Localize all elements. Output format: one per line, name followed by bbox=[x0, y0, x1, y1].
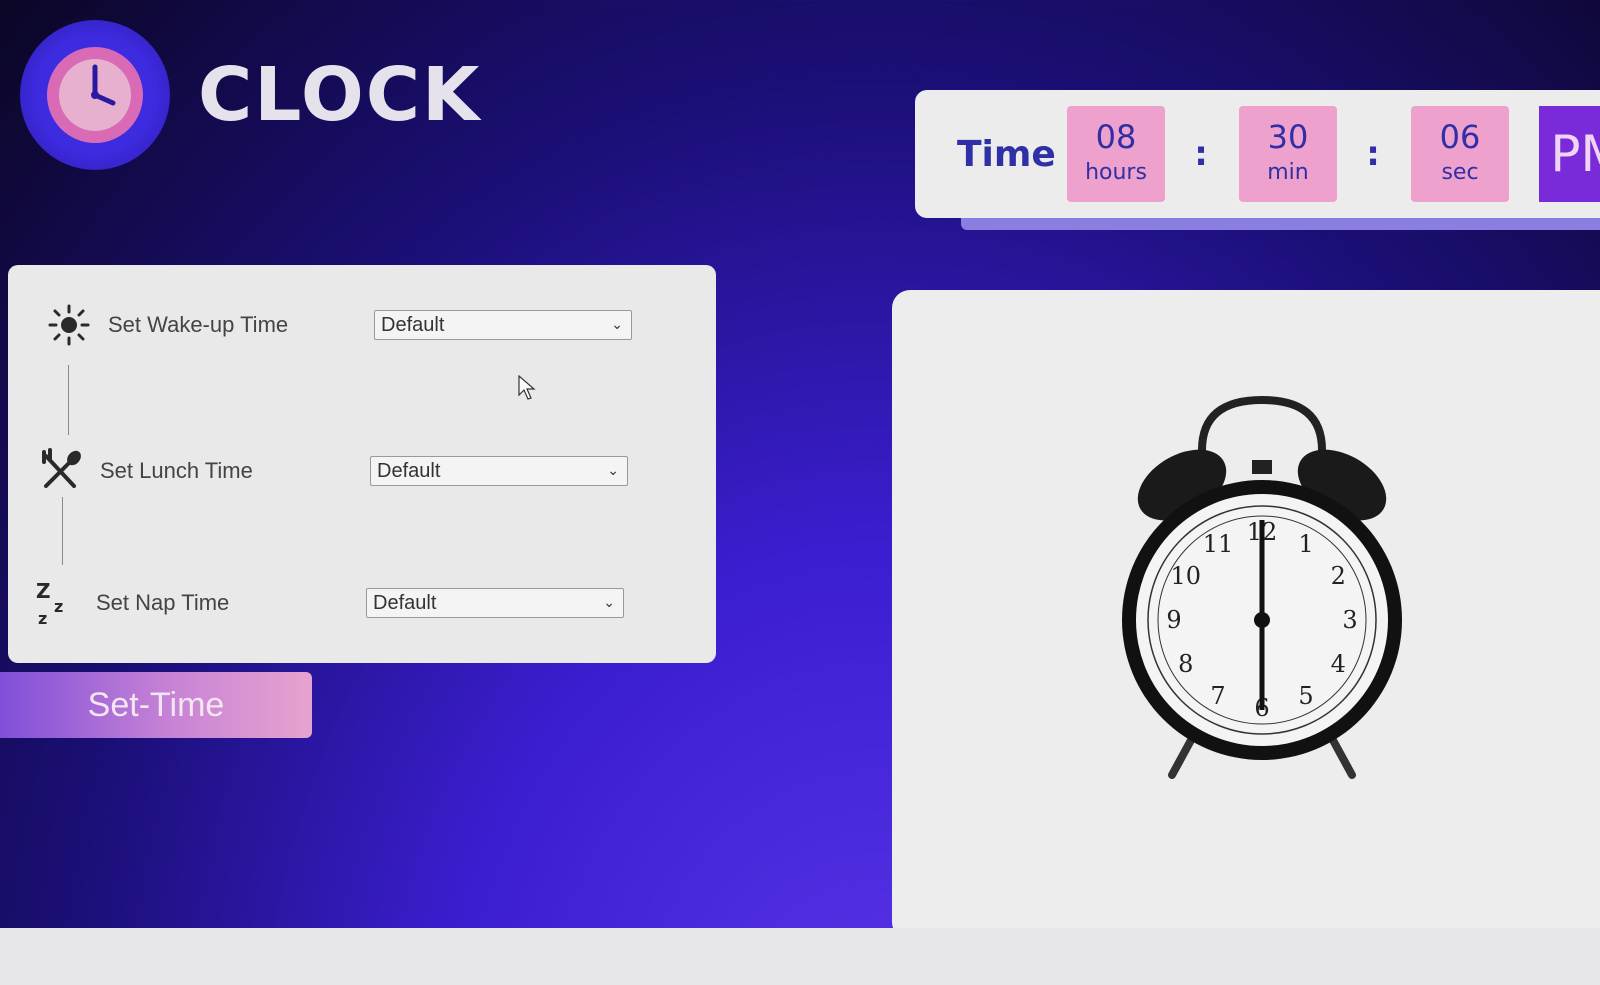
clock-number: 3 bbox=[1342, 606, 1357, 634]
clock-number: 2 bbox=[1331, 562, 1346, 590]
lunch-row: Set Lunch Time Default ⌄ bbox=[8, 441, 708, 501]
minutes-unit: min bbox=[1267, 160, 1309, 185]
current-time-display: Time 08 hours : 30 min : 06 sec PM bbox=[915, 90, 1600, 218]
svg-text:Z: Z bbox=[36, 579, 51, 603]
clock-number: 11 bbox=[1203, 530, 1234, 558]
nap-row: Z z z Set Nap Time Default ⌄ bbox=[8, 573, 708, 633]
wakeup-row: Set Wake-up Time Default ⌄ bbox=[8, 295, 708, 355]
clock-number: 7 bbox=[1210, 682, 1225, 710]
chevron-down-icon: ⌄ bbox=[611, 316, 623, 332]
minutes-box: 30 min bbox=[1239, 106, 1337, 202]
seconds-box: 06 sec bbox=[1411, 106, 1509, 202]
chevron-down-icon: ⌄ bbox=[607, 462, 619, 478]
seconds-value: 06 bbox=[1439, 118, 1481, 156]
clock-number: 9 bbox=[1166, 606, 1181, 634]
clock-number: 10 bbox=[1171, 562, 1202, 590]
nap-selected-value: Default bbox=[373, 591, 437, 614]
timeline-connector bbox=[62, 497, 63, 565]
mouse-cursor-icon bbox=[518, 374, 536, 405]
fork-spoon-icon bbox=[36, 446, 86, 496]
timeline-connector bbox=[68, 365, 69, 435]
clock-number: 5 bbox=[1298, 682, 1313, 710]
wakeup-time-select[interactable]: Default ⌄ bbox=[374, 310, 632, 340]
wakeup-label: Set Wake-up Time bbox=[108, 312, 289, 337]
time-separator: : bbox=[1366, 134, 1380, 174]
lunch-selected-value: Default bbox=[377, 459, 441, 482]
nap-time-select[interactable]: Default ⌄ bbox=[366, 588, 624, 618]
time-label: Time bbox=[957, 133, 1056, 175]
seconds-unit: sec bbox=[1441, 160, 1479, 185]
chevron-down-icon: ⌄ bbox=[603, 594, 615, 610]
clock-number: 1 bbox=[1298, 530, 1313, 558]
clock-number: 4 bbox=[1331, 650, 1346, 678]
set-time-button[interactable]: Set-Time bbox=[0, 672, 312, 738]
sleep-zzz-icon: Z z z bbox=[30, 578, 80, 628]
clock-logo-icon bbox=[20, 20, 170, 170]
app-title: CLOCK bbox=[198, 52, 482, 138]
lunch-time-select[interactable]: Default ⌄ bbox=[370, 456, 628, 486]
svg-text:z: z bbox=[38, 609, 47, 628]
lunch-label: Set Lunch Time bbox=[100, 458, 253, 483]
am-pm-indicator: PM bbox=[1539, 106, 1600, 202]
nap-label: Set Nap Time bbox=[96, 590, 230, 615]
minutes-value: 30 bbox=[1267, 118, 1309, 156]
alarm-clock-illustration: 121234567891011 bbox=[1122, 395, 1402, 779]
alarm-clock-image-card: 121234567891011 bbox=[892, 290, 1600, 940]
hours-box: 08 hours bbox=[1067, 106, 1165, 202]
footer-strip bbox=[0, 928, 1600, 985]
hours-unit: hours bbox=[1085, 160, 1147, 185]
hours-value: 08 bbox=[1095, 118, 1137, 156]
time-separator: : bbox=[1194, 134, 1208, 174]
clock-number: 8 bbox=[1178, 650, 1193, 678]
alarm-settings-card: Set Wake-up Time Default ⌄ Set Lunch Tim… bbox=[8, 265, 716, 663]
wakeup-selected-value: Default bbox=[381, 313, 445, 336]
svg-text:z: z bbox=[54, 597, 63, 616]
sun-icon bbox=[44, 300, 94, 350]
app-logo: CLOCK bbox=[20, 20, 481, 170]
